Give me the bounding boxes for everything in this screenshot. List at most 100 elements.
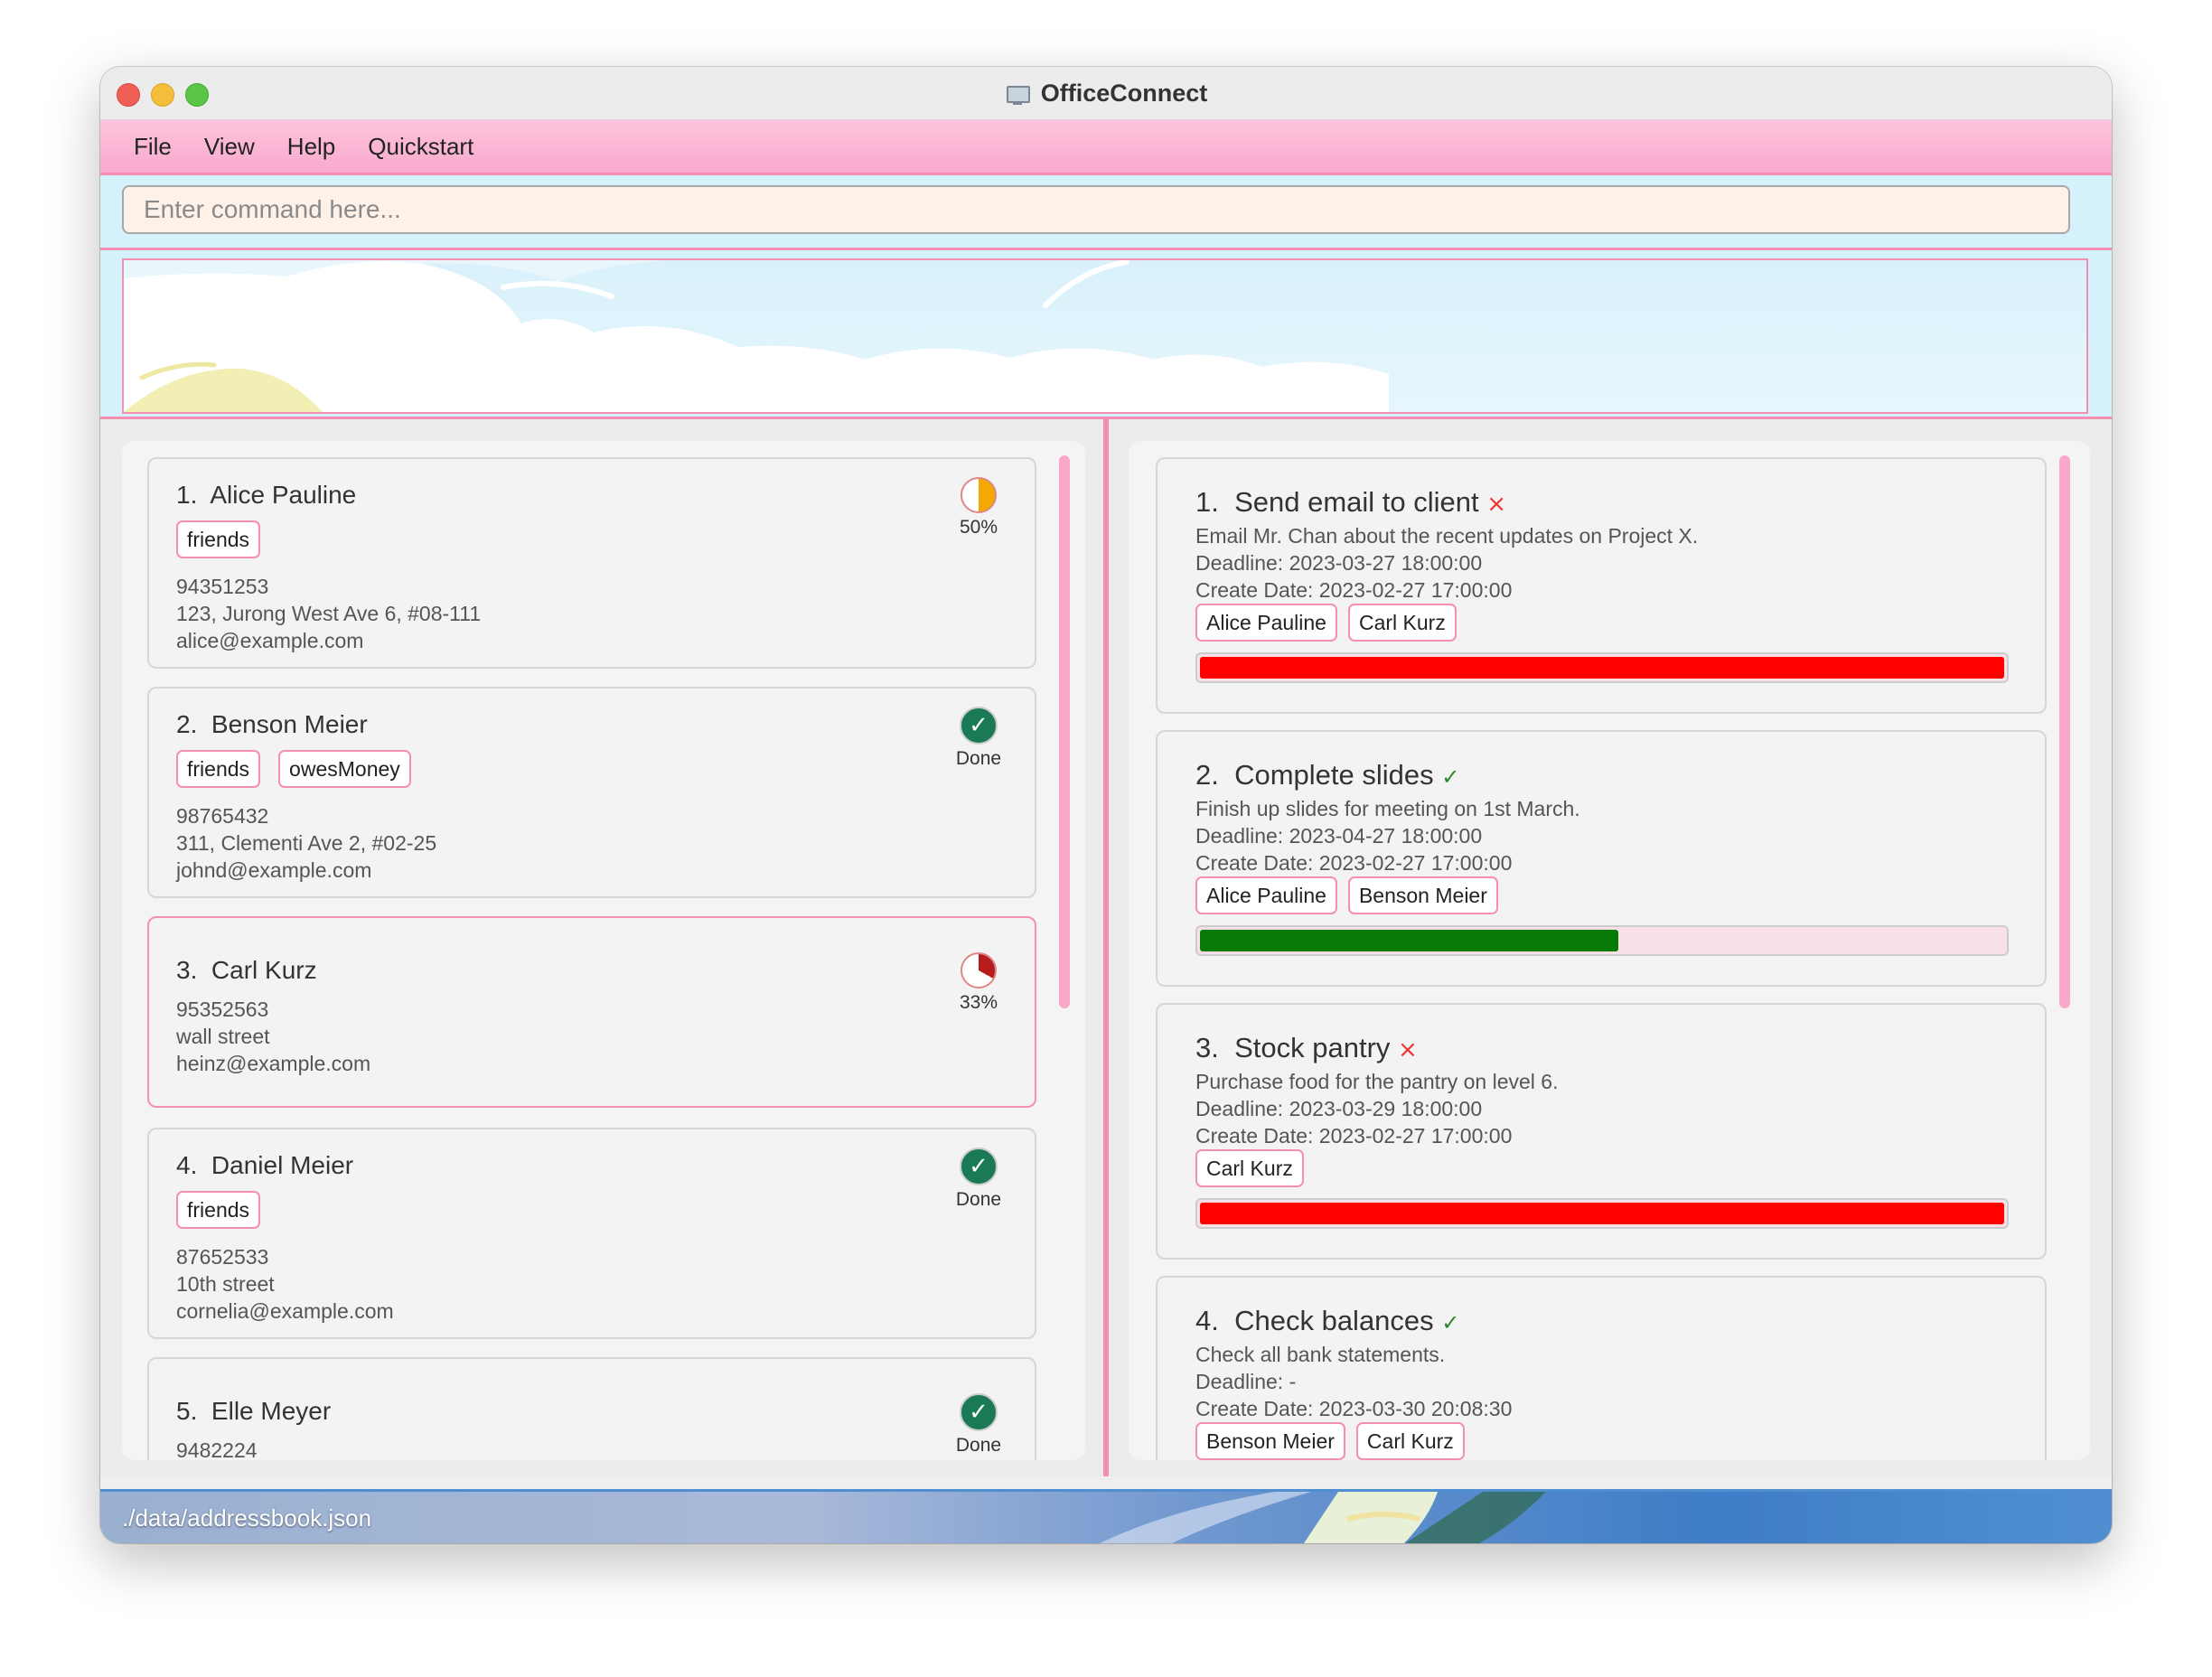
task-deadline: Deadline: 2023-03-29 18:00:00 [1195,1097,1483,1120]
progress-label: 50% [959,517,998,538]
assignee-tag: Alice Pauline [1195,876,1337,914]
not-done-cross-icon: × [1486,491,1507,518]
person-card[interactable]: 1. Alice Pauline friends 94351253 123, J… [147,457,1036,669]
person-address: 123, Jurong West Ave 6, #08-111 [176,602,482,625]
command-box [100,175,2112,250]
task-progress-fill [1200,930,1618,951]
status-bar-artwork [1100,1492,1546,1543]
progress-status: ✓ Done [951,1393,1006,1457]
task-assignees: Benson Meier Carl Kurz [1195,1422,1465,1460]
task-title: 2. Complete slides ✓ [1195,759,1460,791]
person-phone: 94351253 [176,575,269,598]
menu-quickstart[interactable]: Quickstart [368,133,473,161]
task-card[interactable]: 1. Send email to client × Email Mr. Chan… [1156,457,2047,714]
person-card[interactable]: 5. Elle Meyer 9482224 ✓ Done [147,1357,1036,1460]
task-description: Finish up slides for meeting on 1st Marc… [1195,797,1580,820]
task-description: Check all bank statements. [1195,1343,1446,1366]
person-tags: friends [176,1191,261,1229]
person-phone: 9482224 [176,1438,258,1460]
save-location-path: ./data/addressbook.json [122,1504,372,1532]
task-deadline: Deadline: 2023-04-27 18:00:00 [1195,824,1483,848]
tag-badge: friends [176,750,261,788]
sky-illustration [124,260,1389,412]
assignee-tag: Carl Kurz [1347,604,1457,642]
tag-badge: owesMoney [278,750,411,788]
progress-label: Done [955,1189,1002,1210]
person-name: 4. Daniel Meier [176,1151,354,1179]
task-description: Purchase food for the pantry on level 6. [1195,1070,1559,1093]
task-title: 1. Send email to client × [1195,486,1507,518]
menu-help[interactable]: Help [287,133,335,161]
main-panel: 1. Alice Pauline friends 94351253 123, J… [100,419,2112,1476]
task-progress-bar [1195,652,2009,683]
assignee-tag: Carl Kurz [1195,1149,1304,1187]
task-list-panel: 1. Send email to client × Email Mr. Chan… [1129,441,2090,1460]
person-address: wall street [176,1025,270,1048]
task-list-scrollbar[interactable] [2059,455,2070,1008]
task-assignees: Alice Pauline Carl Kurz [1195,604,1457,642]
person-address: 10th street [176,1272,275,1296]
menu-view[interactable]: View [204,133,255,161]
person-card[interactable]: 3. Carl Kurz 95352563 wall street heinz@… [147,916,1036,1108]
task-create-date: Create Date: 2023-02-27 17:00:00 [1195,851,1513,875]
result-display [122,258,2088,414]
task-card[interactable]: 2. Complete slides ✓ Finish up slides fo… [1156,730,2047,987]
progress-status: ✓ Done [951,1148,1006,1211]
command-input[interactable] [122,185,2070,234]
progress-status: ✓ Done [951,707,1006,770]
app-window: OfficeConnect File View Help Quickstart [100,67,2112,1543]
task-card[interactable]: 3. Stock pantry × Purchase food for the … [1156,1003,2047,1260]
status-bar: ./data/addressbook.json [100,1489,2112,1543]
person-email: alice@example.com [176,629,364,652]
window-title: OfficeConnect [1040,79,1208,107]
task-card[interactable]: 4. Check balances ✓ Check all bank state… [1156,1276,2047,1460]
task-description: Email Mr. Chan about the recent updates … [1195,524,1699,548]
task-progress-fill [1200,1203,2004,1224]
assignee-tag: Benson Meier [1347,876,1498,914]
person-email: cornelia@example.com [176,1299,394,1323]
done-check-icon: ✓ [1441,1310,1460,1335]
check-circle-icon: ✓ [960,1148,998,1185]
person-phone: 95352563 [176,998,269,1021]
assignee-tag: Alice Pauline [1195,604,1337,642]
task-progress-bar [1195,925,2009,956]
assignee-tag: Benson Meier [1195,1422,1345,1460]
task-title: 3. Stock pantry × [1195,1032,1418,1063]
person-name: 5. Elle Meyer [176,1397,332,1425]
person-name: 3. Carl Kurz [176,956,317,984]
progress-pie-icon [961,952,997,988]
person-tags: friends [176,520,261,558]
progress-label: Done [955,748,1002,769]
person-email: heinz@example.com [176,1052,371,1075]
computer-icon [1005,80,1032,106]
task-progress-bar [1195,1198,2009,1229]
task-title: 4. Check balances ✓ [1195,1305,1460,1336]
person-phone: 87652533 [176,1245,269,1269]
tag-badge: friends [176,520,261,558]
result-display-area [100,250,2112,419]
task-deadline: Deadline: 2023-03-27 18:00:00 [1195,551,1483,575]
tag-badge: friends [176,1191,261,1229]
progress-pie-icon [961,477,997,513]
task-progress-fill [1200,657,2004,679]
task-create-date: Create Date: 2023-02-27 17:00:00 [1195,1124,1513,1148]
person-name: 1. Alice Pauline [176,481,357,509]
task-assignees: Carl Kurz [1195,1149,1304,1187]
progress-label: Done [955,1435,1002,1456]
task-create-date: Create Date: 2023-02-27 17:00:00 [1195,578,1513,602]
person-card[interactable]: 2. Benson Meier friends owesMoney 987654… [147,687,1036,898]
task-assignees: Alice Pauline Benson Meier [1195,876,1498,914]
done-check-icon: ✓ [1441,764,1460,790]
person-list-panel: 1. Alice Pauline friends 94351253 123, J… [122,441,1085,1460]
split-divider[interactable] [1103,419,1109,1476]
person-card[interactable]: 4. Daniel Meier friends 87652533 10th st… [147,1128,1036,1339]
person-list-scrollbar[interactable] [1059,455,1070,1008]
progress-label: 33% [959,992,998,1013]
task-create-date: Create Date: 2023-03-30 20:08:30 [1195,1397,1513,1420]
person-phone: 98765432 [176,804,269,828]
person-name: 2. Benson Meier [176,710,368,738]
check-circle-icon: ✓ [960,707,998,745]
person-address: 311, Clementi Ave 2, #02-25 [176,831,437,855]
menu-file[interactable]: File [134,133,172,161]
menu-bar: File View Help Quickstart [100,120,2112,175]
